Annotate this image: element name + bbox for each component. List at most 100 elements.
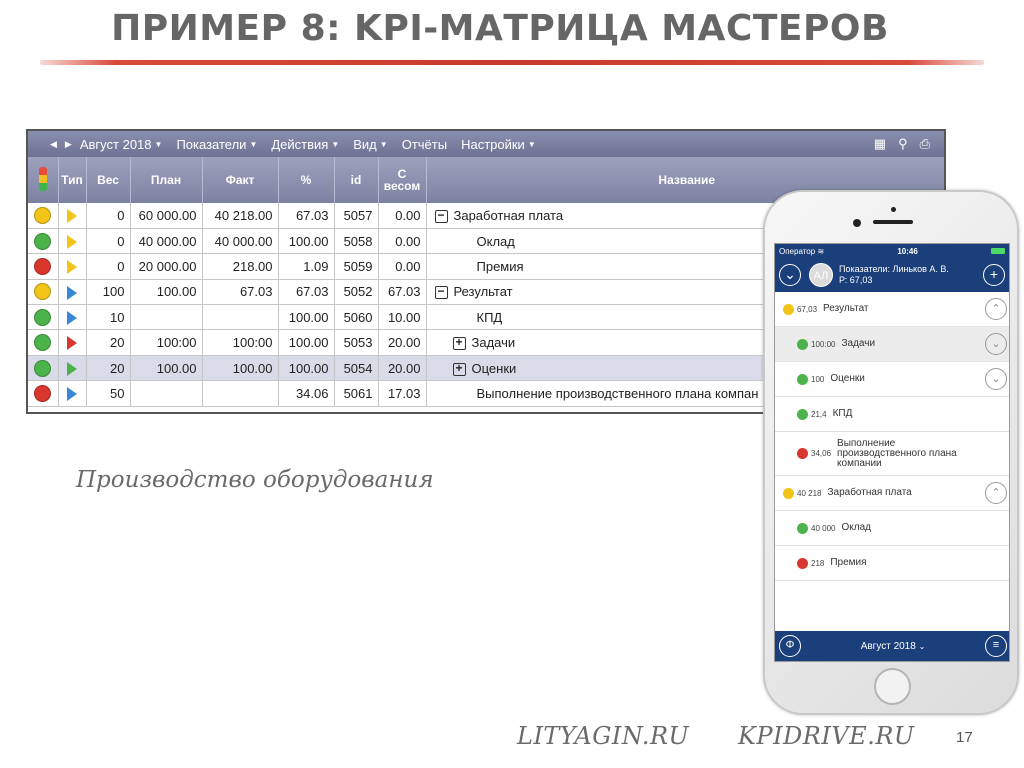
fact-cell: 67.03 bbox=[202, 279, 279, 306]
list-item[interactable]: 67,03 Результат ⌃ bbox=[775, 292, 1009, 327]
id-cell: 5061 bbox=[334, 380, 379, 407]
plan-cell: 100.00 bbox=[130, 279, 203, 306]
type-cell bbox=[58, 304, 87, 331]
plus-icon: + bbox=[989, 266, 999, 282]
id-cell: 5060 bbox=[334, 304, 379, 331]
desktop-toolbar: ◀ ▶ Август 2018 ▼ Показатели ▼ Действия ▼ … bbox=[28, 131, 944, 157]
list-item[interactable]: 40 000 Оклад bbox=[775, 511, 1009, 546]
collapse-icon[interactable]: − bbox=[434, 285, 448, 300]
expand-icon[interactable]: + bbox=[452, 362, 466, 376]
plan-cell: 100.00 bbox=[130, 355, 203, 382]
bottom-period-selector[interactable]: Август 2018 ⌄ bbox=[861, 641, 926, 652]
plan-cell bbox=[130, 304, 203, 331]
menu-label: Отчёты bbox=[401, 136, 448, 152]
footer-link-lityagin[interactable]: LITYAGIN.RU bbox=[517, 722, 689, 750]
percent-cell: 100.00 bbox=[278, 304, 335, 331]
weight-cell: 0 bbox=[86, 253, 131, 280]
kpi-name: КПД bbox=[476, 309, 503, 325]
menu-reports[interactable]: Отчёты bbox=[402, 137, 447, 152]
status-dot-icon bbox=[797, 408, 808, 420]
list-item[interactable]: 218 Премия bbox=[775, 546, 1009, 581]
weight-cell: 0 bbox=[86, 203, 131, 229]
footer-link-kpidrive[interactable]: KPIDRIVE.RU bbox=[738, 722, 915, 750]
menu-view[interactable]: Вид ▼ bbox=[353, 137, 387, 152]
weighted-cell: 20.00 bbox=[378, 329, 427, 356]
item-label: Результат bbox=[823, 303, 869, 314]
column-header-plan[interactable]: План bbox=[130, 157, 203, 203]
status-column-header bbox=[28, 157, 59, 203]
status-dot-icon bbox=[797, 373, 808, 385]
type-cell bbox=[58, 329, 87, 356]
id-cell: 5053 bbox=[334, 329, 379, 356]
type-cell bbox=[58, 253, 87, 280]
list-item[interactable]: 100:00 Задачи ⌄ bbox=[775, 327, 1009, 362]
kpi-name: Премия bbox=[476, 258, 524, 274]
column-header-fact[interactable]: Факт bbox=[202, 157, 279, 203]
column-header-percent[interactable]: % bbox=[278, 157, 335, 203]
chevron-up-icon[interactable]: ⌃ bbox=[985, 482, 1007, 504]
period-selector[interactable]: ◀ ▶ Август 2018 ▼ bbox=[50, 137, 162, 152]
type-flag-icon bbox=[67, 311, 77, 326]
type-flag-icon bbox=[67, 260, 77, 275]
weighted-cell: 20.00 bbox=[378, 355, 427, 382]
column-header-id[interactable]: id bbox=[334, 157, 379, 203]
phone-sensor bbox=[891, 207, 896, 212]
percent-cell: 34.06 bbox=[278, 380, 335, 407]
kpi-mobile-list: 67,03 Результат ⌃ 100:00 Задачи ⌄ 100 Оценки ⌄ 21… bbox=[775, 292, 1009, 581]
home-button[interactable] bbox=[874, 668, 911, 705]
prev-arrow-icon[interactable]: ◀ bbox=[50, 139, 57, 150]
chevron-down-icon[interactable]: ⌄ bbox=[985, 368, 1007, 390]
list-item[interactable]: 21,4 КПД bbox=[775, 397, 1009, 432]
type-cell bbox=[58, 279, 87, 306]
item-value: 34,06 bbox=[811, 449, 832, 458]
print-icon[interactable]: ⎙ bbox=[920, 136, 930, 152]
type-flag-icon bbox=[67, 234, 77, 249]
expand-icon[interactable]: + bbox=[452, 336, 466, 351]
plan-cell: 40 000.00 bbox=[130, 228, 203, 255]
list-item[interactable]: 40 218 Заработная плата ⌃ bbox=[775, 476, 1009, 511]
column-header-weighted[interactable]: С весом bbox=[378, 157, 427, 203]
column-header-type[interactable]: Тип bbox=[58, 157, 87, 203]
collapse-all-button[interactable]: ⌄ bbox=[779, 264, 801, 286]
plan-cell: 100:00 bbox=[130, 329, 203, 356]
avatar[interactable]: АЛ bbox=[809, 263, 833, 287]
status-cell bbox=[28, 279, 59, 306]
title-underline bbox=[40, 60, 984, 65]
chevron-down-icon[interactable]: ⌄ bbox=[985, 333, 1007, 355]
item-value: 40 000 bbox=[811, 523, 836, 533]
info-button[interactable]: Φ bbox=[779, 635, 801, 657]
list-item[interactable]: 34,06 Выполнение производственного плана … bbox=[775, 432, 1009, 476]
add-button[interactable]: + bbox=[983, 264, 1005, 286]
phone-speaker bbox=[873, 220, 913, 224]
menu-button[interactable]: ≡ bbox=[984, 635, 1007, 657]
list-item[interactable]: 100 Оценки ⌄ bbox=[775, 362, 1009, 397]
search-icon[interactable]: ⚲ bbox=[898, 136, 908, 152]
item-value: 67,03 bbox=[797, 304, 818, 314]
status-dot-icon bbox=[34, 359, 52, 377]
chevron-down-icon: ▼ bbox=[527, 139, 536, 149]
chevron-up-icon[interactable]: ⌃ bbox=[985, 298, 1007, 320]
menu-actions[interactable]: Действия ▼ bbox=[271, 137, 339, 152]
fact-cell bbox=[202, 380, 279, 407]
period-label: Август 2018 bbox=[79, 136, 152, 152]
weighted-cell: 0.00 bbox=[378, 203, 427, 229]
column-header-weight[interactable]: Вес bbox=[86, 157, 131, 203]
chevron-down-icon: ▼ bbox=[249, 139, 258, 149]
fact-cell: 218.00 bbox=[202, 253, 279, 280]
kpi-name: Оклад bbox=[476, 233, 515, 249]
kpi-name: Заработная плата bbox=[453, 207, 564, 223]
toolbar-icons: ▦ ⚲ ⎙ bbox=[874, 136, 944, 152]
item-value: 21,4 bbox=[811, 409, 827, 419]
menu-indicators[interactable]: Показатели ▼ bbox=[176, 137, 257, 152]
status-bar: Оператор ≋ 10:46 bbox=[775, 244, 1009, 258]
fact-cell: 40 000.00 bbox=[202, 228, 279, 255]
fact-cell: 100:00 bbox=[202, 329, 279, 356]
grid-icon[interactable]: ▦ bbox=[874, 136, 886, 152]
menu-settings[interactable]: Настройки ▼ bbox=[461, 137, 536, 152]
item-label: Премия bbox=[830, 557, 867, 568]
weighted-cell: 10.00 bbox=[378, 304, 427, 331]
next-arrow-icon[interactable]: ▶ bbox=[65, 139, 72, 150]
collapse-icon[interactable]: − bbox=[434, 209, 448, 223]
clock: 10:46 bbox=[897, 246, 918, 256]
status-cell bbox=[28, 304, 59, 331]
